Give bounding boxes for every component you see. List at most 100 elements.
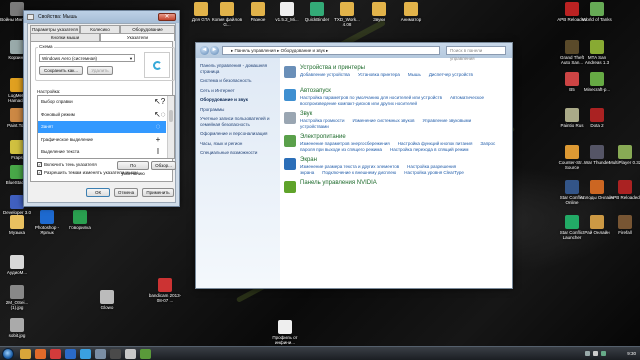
task-link[interactable]: Подключение к внешнему дисплею <box>322 170 396 175</box>
desktop-icon[interactable]: Firefall <box>608 215 640 235</box>
sidebar-item[interactable]: Сеть и Интернет <box>200 88 276 94</box>
tray-app-icon[interactable] <box>601 351 606 356</box>
back-button[interactable]: ◄ <box>200 46 209 55</box>
task-link[interactable]: Изменение параметров энергосбережения <box>300 141 390 146</box>
category-icon[interactable] <box>284 66 296 78</box>
address-bar[interactable]: ▸ Панель управления ▸ Оборудование и зву… <box>222 46 440 55</box>
taskbar-app-icon[interactable] <box>80 349 91 359</box>
task-link[interactable]: Настройка громкости <box>300 118 345 123</box>
tab-wheel[interactable]: Колесико <box>80 25 120 33</box>
category-title-link[interactable]: Звук <box>300 111 312 117</box>
tab-hardware[interactable]: Оборудование <box>120 25 175 33</box>
desktop-icon[interactable]: TXD_Work... 4.08 <box>330 2 364 27</box>
task-link[interactable]: Установка принтера <box>358 72 400 77</box>
category-title-link[interactable]: Автозапуск <box>300 88 331 94</box>
taskbar-app-icon[interactable] <box>125 349 136 359</box>
ok-button[interactable]: ОК <box>86 188 110 197</box>
sidebar-item[interactable]: Специальные возможности <box>200 150 276 156</box>
desktop-icon[interactable]: APB Reloaded <box>608 180 640 200</box>
desktop-icon[interactable]: Музыка <box>0 215 34 235</box>
desktop-icon[interactable]: Аниматор <box>394 2 428 22</box>
category-title-link[interactable]: Устройства и принтеры <box>300 65 365 71</box>
taskbar-app-icon[interactable] <box>110 349 121 359</box>
close-button[interactable]: ✕ <box>158 13 176 21</box>
enable-shadow-checkbox[interactable]: ✓ Включить тень указателя <box>37 162 97 168</box>
desktop-icon[interactable]: Профиль от инфини... <box>268 320 302 345</box>
category-icon[interactable] <box>284 181 296 193</box>
task-link[interactable]: Настройка функций кнопок питания <box>398 141 473 146</box>
pointer-row[interactable]: Фоновый режим ↖◌ <box>38 109 166 121</box>
network-icon[interactable] <box>585 351 590 356</box>
task-link[interactable]: Настройка уровня ClearType <box>404 170 464 175</box>
desktop-icon[interactable]: АудиоМ... <box>0 255 34 275</box>
pointer-row[interactable]: Графическое выделение + <box>38 134 166 146</box>
category-icon[interactable] <box>284 135 296 147</box>
desktop-icon[interactable]: v1.5.2_Mi... <box>270 2 304 22</box>
app-icon <box>590 2 604 16</box>
volume-icon[interactable] <box>593 351 598 356</box>
sidebar-item[interactable]: Система и безопасность <box>200 78 276 84</box>
tab-buttons[interactable]: Кнопки мыши <box>30 33 100 41</box>
use-default-button[interactable]: По умолчанию <box>117 161 149 176</box>
forward-button[interactable]: ► <box>210 46 219 55</box>
taskbar-app-icon[interactable] <box>95 349 106 359</box>
sidebar-item[interactable]: Оборудование и звук <box>200 97 276 103</box>
desktop-icon[interactable]: World of Tanks <box>580 2 614 22</box>
pointer-row[interactable]: Выделение текста I <box>38 146 166 158</box>
task-link[interactable]: Настройка перехода в спящий режим <box>390 147 469 152</box>
desktop-icon[interactable]: Glowo <box>90 290 124 310</box>
taskbar-app-icon[interactable] <box>35 349 46 359</box>
desktop-icon[interactable]: MultiPlayer 0.3z <box>608 145 640 165</box>
browse-button[interactable]: Обзор... <box>151 161 176 170</box>
sidebar-item[interactable]: Программы <box>200 107 276 113</box>
task-link[interactable]: Изменение системных звуков <box>353 118 415 123</box>
scrollbar-thumb[interactable] <box>169 110 173 122</box>
sidebar-item[interactable]: Оформление и персонализация <box>200 131 276 137</box>
scheme-select[interactable]: Windows Aero (системная) ▼ <box>39 54 135 62</box>
delete-button[interactable]: Удалить <box>87 66 113 75</box>
tab-pointer-options[interactable]: Параметры указателя <box>30 25 80 33</box>
sidebar-item[interactable]: Часы, язык и регион <box>200 141 276 147</box>
apply-button[interactable]: Применить <box>142 188 174 197</box>
desktop-icon[interactable]: sobit.jpg <box>0 318 34 338</box>
task-link[interactable]: Настройка параметров по умолчанию для но… <box>300 95 442 100</box>
desktop-icon-label: TXD_Work... 4.08 <box>334 17 360 27</box>
pointer-list[interactable]: Выделение текста I Графическое выделение + З… <box>37 95 175 159</box>
dialog-titlebar[interactable]: Свойства: Мышь ✕ <box>24 11 179 23</box>
task-link[interactable]: Изменение размера текста и других элемен… <box>300 164 399 169</box>
taskbar-app-icon[interactable] <box>65 349 76 359</box>
desktop-icon[interactable]: Говорилка <box>63 210 97 230</box>
task-link[interactable]: Диспетчер устройств <box>429 72 473 77</box>
cancel-button[interactable]: Отмена <box>114 188 138 197</box>
start-button[interactable] <box>2 348 14 360</box>
desktop-icon[interactable]: MTA San Andreas 1.3 <box>580 40 614 65</box>
desktop-icon[interactable]: Звуки <box>362 2 396 22</box>
task-link[interactable]: Добавление устройства <box>300 72 350 77</box>
desktop-icon[interactable]: B5 <box>555 72 589 92</box>
search-input[interactable]: Поиск в панели управления <box>446 46 506 61</box>
desktop-icon[interactable]: Копия файлов G... <box>210 2 244 27</box>
category-title-link[interactable]: Экран <box>300 157 317 163</box>
taskbar-app-icon[interactable] <box>140 349 151 359</box>
tab-pointers[interactable]: Указатели <box>100 33 175 41</box>
sidebar-item[interactable]: Учетные записи пользователей и семейная … <box>200 116 276 127</box>
desktop-icon[interactable]: QuickBinder <box>300 2 334 22</box>
category-title-link[interactable]: Электропитание <box>300 134 346 140</box>
category-title-link[interactable]: Панель управления NVIDIA <box>300 180 377 186</box>
category-icon[interactable] <box>284 158 296 170</box>
category-icon[interactable] <box>284 112 296 124</box>
desktop-icon[interactable]: Photoshop - Ярлык <box>30 210 64 235</box>
desktop-icon[interactable]: Paintio Rus <box>555 108 589 128</box>
category-icon[interactable] <box>284 89 296 101</box>
save-as-button[interactable]: Сохранить как... <box>39 66 83 75</box>
clock[interactable]: 9:30 <box>627 347 636 360</box>
desktop-icon[interactable]: 2M_OSei...(1).jpg <box>0 285 34 310</box>
sidebar-item[interactable]: Панель управления - домашняя страница <box>200 63 276 74</box>
pointer-row[interactable]: Занят ◌ <box>38 121 166 133</box>
task-link[interactable]: Мышь <box>408 72 421 77</box>
desktop-icon[interactable]: bandicam 2013-08-07 ... <box>148 278 182 303</box>
taskbar-app-icon[interactable] <box>20 349 31 359</box>
pointer-row[interactable]: Выбор справки ↖? <box>38 96 166 108</box>
taskbar-app-icon[interactable] <box>50 349 61 359</box>
pointer-list-scrollbar[interactable] <box>167 96 174 158</box>
